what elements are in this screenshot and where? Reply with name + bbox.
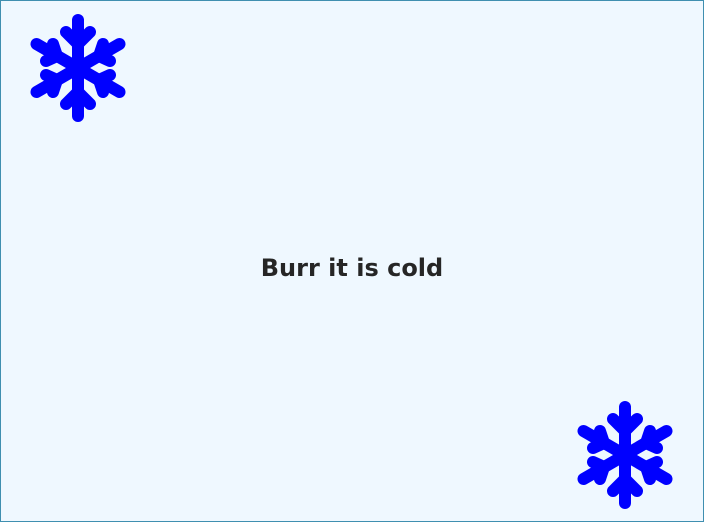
snowflake-icon <box>22 12 134 124</box>
cold-message: Burr it is cold <box>260 254 444 282</box>
snowflake-icon <box>569 399 681 511</box>
weather-card: Burr it is cold <box>0 0 704 522</box>
